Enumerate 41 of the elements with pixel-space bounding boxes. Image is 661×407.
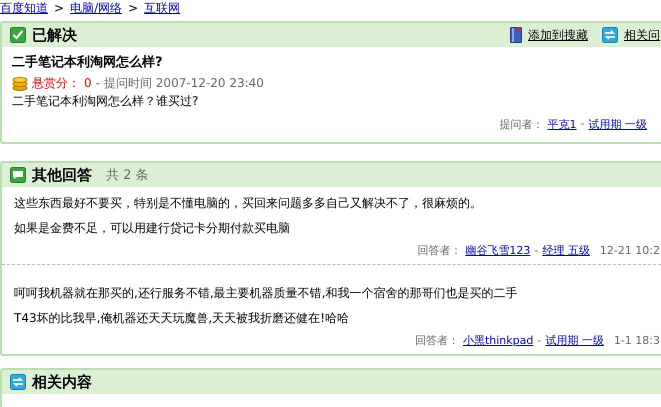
answer-text: 呵呵我机器就在那买的,还行服务不错,最主要机器质量不错,和我一个宿舍的那哥们也是买的二手 <box>14 285 518 302</box>
book-icon <box>510 27 522 43</box>
breadcrumb-separator: > <box>128 1 138 15</box>
add-favorite-link[interactable]: 添加到搜藏 <box>528 26 588 44</box>
question-title: 二手笔记本利淘网怎么样? <box>12 54 164 72</box>
answer-time: 1-1 18:3 <box>614 334 660 346</box>
answerer-link[interactable]: 小黑thinkpad <box>462 332 534 348</box>
separator: - <box>537 334 542 346</box>
chat-icon <box>10 167 26 183</box>
answer-count: 共 2 条 <box>106 167 149 184</box>
answer-text: 如果是金费不足，可以用建行贷记卡分期付款买电脑 <box>14 220 291 237</box>
ask-time: 2007-12-20 23:40 <box>156 76 264 90</box>
answer-text: T43坏的比我早,俺机器还天天玩魔兽,天天被我折磨还健在!哈哈 <box>14 310 350 327</box>
rank-link[interactable]: 试用期 一级 <box>545 332 604 348</box>
breadcrumb-link[interactable]: 百度知道 <box>0 0 48 16</box>
reward-label: 悬赏分： <box>32 74 80 92</box>
asker-label: 提问者： <box>500 117 544 132</box>
answer-time: 12-21 10:2 <box>600 244 660 256</box>
breadcrumb-link[interactable]: 互联网 <box>144 0 180 16</box>
rank-link[interactable]: 经理 五级 <box>542 242 590 258</box>
answerer-label: 回答者： <box>414 332 459 348</box>
coins-icon <box>12 76 28 90</box>
rank-link[interactable]: 试用期 一级 <box>588 117 647 132</box>
separator: - <box>534 244 538 256</box>
section-title: 相关内容 <box>32 372 92 392</box>
status-title: 已解决 <box>32 26 77 44</box>
answer-text: 这些东西最好不要买，特别是不懂电脑的，买回来问题多多自己又解决不了，很麻烦的。 <box>14 195 483 212</box>
swap-icon <box>602 27 618 43</box>
asker-link[interactable]: 平克1 <box>548 117 577 132</box>
answerer-link[interactable]: 幽谷飞雪123 <box>465 242 530 258</box>
ask-time-label: - 提问时间 <box>96 74 152 92</box>
reward-value: 0 <box>84 76 92 90</box>
question-body: 二手笔记本利淘网怎么样？谁买过? <box>12 93 200 110</box>
breadcrumb-separator: > <box>54 1 64 15</box>
related-link[interactable]: 相关问 <box>624 26 660 44</box>
breadcrumb-link[interactable]: 电脑/网络 <box>70 0 122 16</box>
swap-icon <box>10 374 26 390</box>
separator: - <box>580 117 584 132</box>
answerer-label: 回答者： <box>417 242 462 258</box>
check-icon <box>10 27 26 43</box>
section-title: 其他回答 <box>32 166 92 184</box>
